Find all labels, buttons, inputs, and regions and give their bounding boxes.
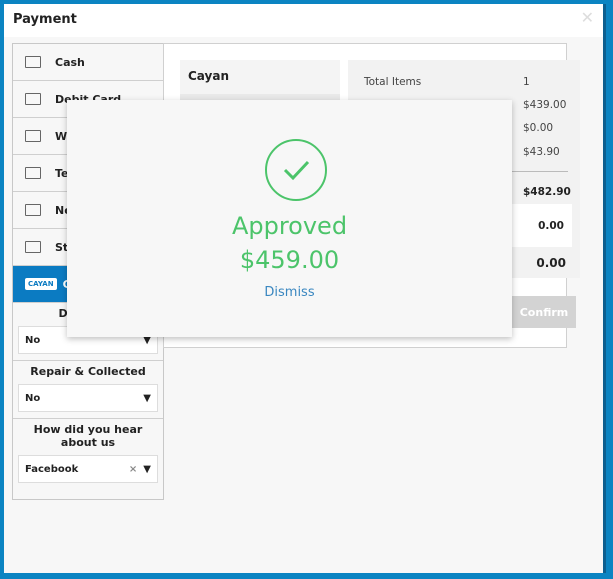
field-label: How did you hear about us <box>33 423 143 449</box>
approved-amount: $459.00 <box>239 246 340 274</box>
dismiss-link[interactable]: Dismiss <box>67 285 512 300</box>
chevron-down-icon: ▼ <box>143 392 151 404</box>
card-icon <box>25 56 41 68</box>
method-label: Cash <box>55 55 85 69</box>
select-value: Facebook <box>25 463 79 475</box>
subtotal-value: $439.00 <box>523 99 567 111</box>
total-value: $482.90 <box>523 186 571 198</box>
check-circle-icon <box>265 139 327 201</box>
approval-modal: Approved $459.00 Dismiss <box>67 100 512 337</box>
confirm-button[interactable]: Confirm <box>512 296 576 328</box>
total-items-label: Total Items <box>364 76 422 88</box>
cayan-logo: CAYAN <box>25 278 57 290</box>
field-repair-collected: Repair & Collected No ▼ <box>13 361 163 419</box>
field-label: Repair & Collected <box>30 365 146 378</box>
discount-value: $0.00 <box>523 122 554 134</box>
tax-value: $43.90 <box>523 146 560 158</box>
card-icon <box>25 241 41 253</box>
total-items-value: 1 <box>523 76 530 88</box>
repair-collected-select[interactable]: No ▼ <box>18 384 158 412</box>
card-icon <box>25 167 41 179</box>
chevron-down-icon: ▼ <box>143 463 151 475</box>
divider <box>503 171 568 172</box>
field-hear-about: How did you hear about us Facebook × ▼ <box>13 419 163 489</box>
select-value: No <box>25 392 41 404</box>
clear-icon[interactable]: × <box>129 464 137 475</box>
card-icon <box>25 204 41 216</box>
approved-status: Approved <box>231 212 348 240</box>
card-icon <box>25 130 41 142</box>
balance-value: 0.00 <box>536 256 566 270</box>
close-icon[interactable]: ✕ <box>581 8 594 27</box>
method-cash[interactable]: Cash <box>13 44 163 81</box>
hear-about-select[interactable]: Facebook × ▼ <box>18 455 158 483</box>
card-icon <box>25 93 41 105</box>
dialog-title: Payment <box>4 4 603 37</box>
payment-dialog: Payment ✕ Cash Debit Card Worl Test New … <box>4 4 606 573</box>
